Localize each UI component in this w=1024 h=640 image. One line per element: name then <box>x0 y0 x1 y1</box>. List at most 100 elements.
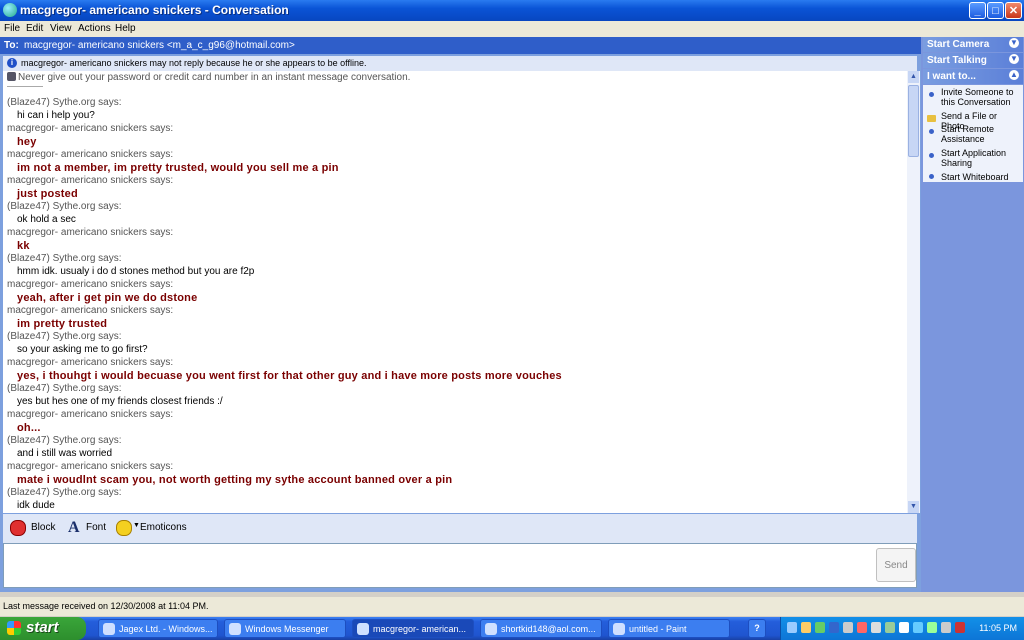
chevron-down-icon[interactable]: ▼ <box>133 522 140 529</box>
sender-line: (Blaze47) Sythe.org says: <box>7 331 122 342</box>
message-text: so your asking me to go first? <box>17 344 148 355</box>
sender-line: macgregor- americano snickers says: <box>7 227 174 238</box>
sender-line: (Blaze47) Sythe.org says: <box>7 253 122 264</box>
sender-line: (Blaze47) Sythe.org says: <box>7 201 122 212</box>
chevron-up-icon[interactable]: ▲ <box>1009 70 1019 80</box>
start-talking-header[interactable]: Start Talking ▼ <box>923 53 1023 68</box>
tray-icon[interactable] <box>885 622 895 633</box>
remote-assistance-link[interactable]: Start Remote Assistance <box>941 124 1021 144</box>
status-bar: Last message received on 12/30/2008 at 1… <box>0 597 1024 616</box>
sender-line: macgregor- americano snickers says: <box>7 461 174 472</box>
block-button[interactable]: Block <box>31 522 55 533</box>
to-bar: To: macgregor- americano snickers <m_a_c… <box>0 37 921 54</box>
tray-icon[interactable] <box>871 622 881 633</box>
messenger-icon <box>485 623 497 635</box>
maximize-button[interactable]: □ <box>987 2 1004 19</box>
start-talking-label: Start Talking <box>927 55 987 66</box>
application-sharing-link[interactable]: Start Application Sharing <box>941 148 1021 168</box>
i-want-to-header[interactable]: I want to... ▲ <box>923 69 1023 84</box>
task-conversation[interactable]: macgregor- american... <box>352 619 474 638</box>
scroll-thumb[interactable] <box>908 85 919 157</box>
recipient[interactable]: macgregor- americano snickers <m_a_c_g96… <box>24 40 295 51</box>
status-text: Last message received on 12/30/2008 at 1… <box>3 601 209 611</box>
task-jagex[interactable]: Jagex Ltd. - Windows... <box>98 619 218 638</box>
bullet-icon <box>929 129 934 134</box>
taskbar: start Jagex Ltd. - Windows... Windows Me… <box>0 617 1024 640</box>
sender-line: (Blaze47) Sythe.org says: <box>7 97 122 108</box>
menu-help[interactable]: Help <box>115 23 136 34</box>
message-input[interactable] <box>3 543 917 588</box>
bullet-icon <box>929 153 934 158</box>
task-label: Jagex Ltd. - Windows... <box>119 624 213 634</box>
title-bar: macgregor- americano snickers - Conversa… <box>0 0 1024 21</box>
message-text: mate i woudlnt scam you, not worth getti… <box>17 474 453 486</box>
sender-line: macgregor- americano snickers says: <box>7 279 174 290</box>
shield-icon[interactable] <box>815 622 825 633</box>
font-button[interactable]: Font <box>86 522 106 533</box>
window-title: macgregor- americano snickers - Conversa… <box>20 3 289 17</box>
messenger-status-icon[interactable] <box>927 622 937 633</box>
font-icon[interactable]: A <box>68 519 80 537</box>
windows-logo-icon <box>7 621 21 635</box>
task-paint[interactable]: untitled - Paint <box>608 619 730 638</box>
messenger-icon <box>3 3 17 17</box>
message-text: and i still was worried <box>17 448 113 459</box>
volume-icon[interactable] <box>941 622 951 633</box>
menu-bar: File Edit View Actions Help <box>0 21 1024 37</box>
i-want-to-list: Invite Someone to this Conversation Send… <box>923 85 1023 182</box>
emoticons-button[interactable]: Emoticons <box>140 522 187 533</box>
sender-line: macgregor- americano snickers says: <box>7 149 174 160</box>
start-camera-header[interactable]: Start Camera ▼ <box>923 37 1023 52</box>
sender-line: macgregor- americano snickers says: <box>7 305 174 316</box>
task-windows-messenger[interactable]: Windows Messenger <box>224 619 346 638</box>
messenger-icon <box>229 623 241 635</box>
network-icon[interactable] <box>843 622 853 633</box>
messenger-icon <box>357 623 369 635</box>
conversation-transcript[interactable]: Never give out your password or credit c… <box>3 71 907 513</box>
message-text: oh... <box>17 422 41 434</box>
menu-actions[interactable]: Actions <box>78 23 111 34</box>
chevron-down-icon[interactable]: ▼ <box>1009 38 1019 48</box>
message-text: yes, i thouhgt i would becuase you went … <box>17 370 562 382</box>
scroll-down-arrow-icon[interactable]: ▼ <box>908 501 919 513</box>
message-text: yes but hes one of my friends closest fr… <box>17 396 223 407</box>
tray-icon[interactable] <box>801 622 811 633</box>
tray-icon[interactable] <box>899 622 909 633</box>
task-label: untitled - Paint <box>629 624 687 634</box>
to-label: To: <box>4 40 19 51</box>
i-want-to-label: I want to... <box>927 71 976 82</box>
scroll-up-arrow-icon[interactable]: ▲ <box>908 71 919 83</box>
message-toolbar: Block A Font ▼ Emoticons <box>3 514 917 543</box>
security-warning: Never give out your password or credit c… <box>7 72 410 83</box>
message-text: hey <box>17 136 37 148</box>
tray-icon[interactable] <box>829 622 839 633</box>
close-button[interactable]: ✕ <box>1005 2 1022 19</box>
tray-icon[interactable] <box>913 622 923 633</box>
menu-edit[interactable]: Edit <box>26 23 43 34</box>
message-text: yeah, after i get pin we do dstone <box>17 292 198 304</box>
task-shortkid[interactable]: shortkid148@aol.com... <box>480 619 602 638</box>
bullet-icon <box>929 92 934 97</box>
info-icon: i <box>7 58 17 68</box>
chevron-down-icon[interactable]: ▼ <box>1009 54 1019 64</box>
tray-icon[interactable] <box>857 622 867 633</box>
sender-line: macgregor- americano snickers says: <box>7 357 174 368</box>
task-label: shortkid148@aol.com... <box>501 624 596 634</box>
send-button[interactable]: Send <box>876 548 916 582</box>
message-text: im pretty trusted <box>17 318 108 330</box>
start-button[interactable]: start <box>0 617 86 640</box>
minimize-button[interactable]: _ <box>969 2 986 19</box>
emoticon-smile-icon[interactable] <box>116 520 132 536</box>
tray-icon[interactable] <box>787 622 797 633</box>
menu-view[interactable]: View <box>50 23 72 34</box>
help-icon[interactable]: ? <box>748 619 766 638</box>
paint-icon <box>613 623 625 635</box>
tray-icon[interactable] <box>955 622 965 633</box>
block-icon[interactable] <box>10 520 26 536</box>
invite-someone-link[interactable]: Invite Someone to this Conversation <box>941 87 1021 107</box>
folder-icon <box>927 115 936 122</box>
whiteboard-link[interactable]: Start Whiteboard <box>941 172 1021 182</box>
transcript-scrollbar[interactable]: ▲ ▼ <box>907 71 920 513</box>
menu-file[interactable]: File <box>4 23 20 34</box>
divider <box>7 86 43 87</box>
